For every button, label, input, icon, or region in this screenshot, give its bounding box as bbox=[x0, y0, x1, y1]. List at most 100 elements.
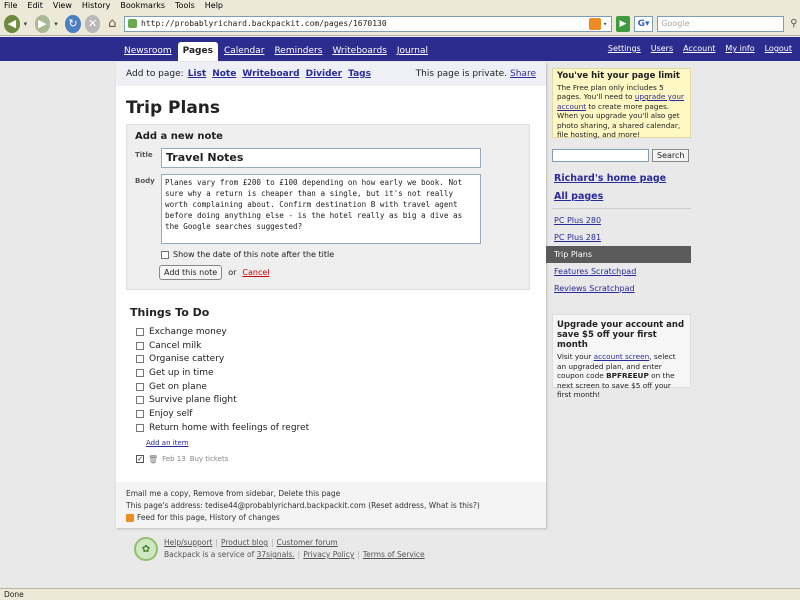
todo-checkbox[interactable] bbox=[136, 382, 144, 391]
page-address-line: This page's address: tedise44@probablyri… bbox=[126, 501, 480, 510]
nav-settings-link[interactable]: Settings bbox=[608, 44, 641, 53]
forward-dropdown-icon[interactable]: ▾ bbox=[54, 20, 61, 28]
sidebar-search: Search bbox=[552, 149, 691, 162]
page-limit-notice: You've hit your page limit The Free plan… bbox=[552, 68, 691, 139]
stop-icon[interactable]: ✕ bbox=[84, 14, 101, 33]
product-blog-link[interactable]: Product blog bbox=[221, 538, 268, 547]
sidebar-search-button[interactable]: Search bbox=[652, 149, 690, 162]
sidebar-item-label: PC Plus 280 bbox=[554, 216, 602, 225]
trash-icon[interactable]: 🗑 bbox=[148, 455, 158, 464]
help-support-link[interactable]: Help/support bbox=[164, 538, 212, 547]
list-item: Enjoy self bbox=[136, 407, 546, 421]
privacy-policy-link[interactable]: Privacy Policy bbox=[303, 550, 354, 559]
sidebar-item-features-scratchpad[interactable]: Features Scratchpad bbox=[546, 263, 691, 280]
completed-item: ✓ 🗑 Feb 13 Buy tickets bbox=[136, 455, 546, 464]
url-bar[interactable]: http://probablyrichard.backpackit.com/pa… bbox=[124, 15, 613, 32]
sidebar-item-pc-plus-280[interactable]: PC Plus 280 bbox=[546, 212, 691, 229]
todo-checkbox[interactable] bbox=[136, 327, 144, 336]
menu-history[interactable]: History bbox=[82, 0, 110, 12]
menu-view[interactable]: View bbox=[53, 0, 72, 12]
favicon-icon bbox=[128, 19, 138, 28]
todo-checkbox[interactable] bbox=[136, 409, 144, 418]
add-note-form: Add a new note Title Travel Notes Body P… bbox=[126, 124, 530, 290]
sidebar-item-reviews-scratchpad[interactable]: Reviews Scratchpad bbox=[546, 280, 691, 297]
sidebar-item-label: Features Scratchpad bbox=[554, 267, 637, 276]
search-magnifier-icon[interactable]: ⚲ bbox=[788, 16, 800, 32]
back-dropdown-icon[interactable]: ▾ bbox=[24, 20, 31, 28]
tab-newsroom[interactable]: Newsroom bbox=[120, 46, 176, 61]
page-feed-line[interactable]: Feed for this page, History of changes bbox=[137, 512, 280, 524]
list-item: Organise cattery bbox=[136, 352, 546, 366]
home-icon[interactable]: ⌂ bbox=[104, 15, 120, 33]
menu-tools[interactable]: Tools bbox=[175, 0, 195, 12]
add-list-link[interactable]: List bbox=[188, 69, 206, 79]
completed-date: Feb 13 bbox=[162, 455, 186, 463]
upgrade-title: Upgrade your account and save $5 off you… bbox=[557, 320, 685, 350]
page-actions-line[interactable]: Email me a copy, Remove from sidebar, De… bbox=[126, 488, 536, 500]
todo-item-text: Organise cattery bbox=[149, 354, 225, 365]
sidebar-item-trip-plans[interactable]: Trip Plans bbox=[546, 246, 691, 263]
url-dropdown-icon[interactable]: ▾ bbox=[603, 20, 611, 28]
company-link[interactable]: 37signals. bbox=[257, 550, 295, 559]
tab-writeboards[interactable]: Writeboards bbox=[328, 46, 390, 61]
todo-list-title[interactable]: Things To Do bbox=[130, 306, 546, 319]
back-arrow-icon[interactable]: ◀ bbox=[4, 14, 20, 33]
note-title-input[interactable]: Travel Notes bbox=[161, 148, 481, 168]
note-body-textarea[interactable]: Planes vary from £200 to £100 depending … bbox=[161, 174, 481, 244]
show-date-checkbox[interactable] bbox=[161, 250, 169, 259]
rss-feed-icon[interactable] bbox=[589, 17, 602, 30]
site-nav: Newsroom Pages Calendar Reminders Writeb… bbox=[0, 37, 800, 61]
tab-calendar[interactable]: Calendar bbox=[220, 46, 268, 61]
sidebar-item-pc-plus-281[interactable]: PC Plus 281 bbox=[546, 229, 691, 246]
add-an-item-link[interactable]: Add an item bbox=[146, 439, 546, 447]
add-tags-link[interactable]: Tags bbox=[348, 69, 371, 79]
share-link[interactable]: Share bbox=[510, 69, 536, 79]
customer-forum-link[interactable]: Customer forum bbox=[277, 538, 338, 547]
completed-checkbox[interactable]: ✓ bbox=[136, 455, 144, 463]
browser-search-input[interactable]: Google bbox=[657, 15, 784, 32]
sidebar-search-input[interactable] bbox=[552, 149, 649, 162]
add-divider-link[interactable]: Divider bbox=[306, 69, 343, 79]
all-pages-link[interactable]: All pages bbox=[554, 191, 603, 202]
todo-checkbox[interactable] bbox=[136, 341, 144, 350]
todo-item-text: Enjoy self bbox=[149, 408, 193, 419]
browser-menubar: File Edit View History Bookmarks Tools H… bbox=[0, 0, 800, 12]
add-writeboard-link[interactable]: Writeboard bbox=[242, 69, 299, 79]
todo-checkbox[interactable] bbox=[136, 355, 144, 364]
go-arrow-icon[interactable]: ▶ bbox=[616, 15, 630, 32]
browser-toolbar: ◀ ▾ ▶ ▾ ↻ ✕ ⌂ http://probablyrichard.bac… bbox=[0, 12, 800, 36]
menu-bookmarks[interactable]: Bookmarks bbox=[120, 0, 165, 12]
tab-journal[interactable]: Journal bbox=[393, 46, 432, 61]
menu-edit[interactable]: Edit bbox=[27, 0, 43, 12]
add-this-note-button[interactable]: Add this note bbox=[159, 265, 223, 280]
home-page-link[interactable]: Richard's home page bbox=[554, 173, 666, 184]
menu-help[interactable]: Help bbox=[205, 0, 223, 12]
show-date-label: Show the date of this note after the tit… bbox=[173, 250, 335, 259]
sidebar-page-list: PC Plus 280 PC Plus 281 Trip Plans Featu… bbox=[546, 212, 691, 297]
todo-checkbox[interactable] bbox=[136, 396, 144, 405]
todo-checkbox[interactable] bbox=[136, 423, 144, 432]
nav-myinfo-link[interactable]: My info bbox=[725, 44, 754, 53]
reload-icon[interactable]: ↻ bbox=[65, 14, 81, 33]
list-item: Survive plane flight bbox=[136, 393, 546, 407]
sidebar-item-label: Trip Plans bbox=[554, 250, 593, 259]
service-text: Backpack is a service of bbox=[164, 550, 255, 559]
nav-logout-link[interactable]: Logout bbox=[765, 44, 792, 53]
list-item: Cancel milk bbox=[136, 339, 546, 353]
todo-checkbox[interactable] bbox=[136, 368, 144, 377]
add-note-link[interactable]: Note bbox=[212, 69, 236, 79]
search-engine-icon[interactable]: G▾ bbox=[633, 15, 654, 32]
tab-reminders[interactable]: Reminders bbox=[270, 46, 326, 61]
tab-pages[interactable]: Pages bbox=[177, 42, 218, 61]
terms-of-service-link[interactable]: Terms of Service bbox=[363, 550, 425, 559]
menu-file[interactable]: File bbox=[4, 0, 17, 12]
todo-list: Exchange money Cancel milk Organise catt… bbox=[136, 325, 546, 435]
todo-item-text: Survive plane flight bbox=[149, 395, 237, 406]
sidebar-item-label: PC Plus 281 bbox=[554, 233, 602, 242]
forward-arrow-icon[interactable]: ▶ bbox=[34, 14, 51, 33]
nav-users-link[interactable]: Users bbox=[651, 44, 673, 53]
nav-account-link[interactable]: Account bbox=[683, 44, 715, 53]
list-item: Get up in time bbox=[136, 366, 546, 380]
cancel-link[interactable]: Cancel bbox=[242, 268, 269, 277]
account-screen-link[interactable]: account screen bbox=[594, 352, 650, 361]
